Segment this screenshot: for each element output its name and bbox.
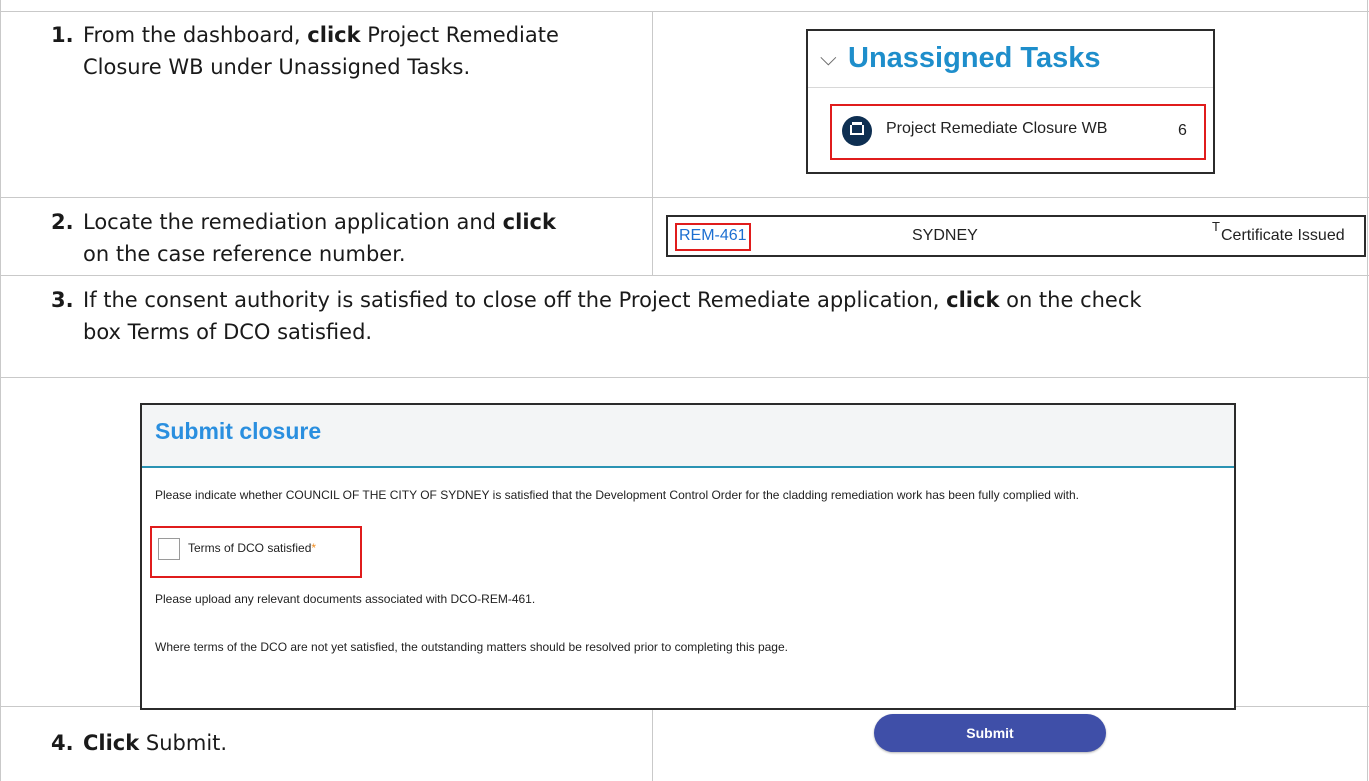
form-header: Submit closure: [142, 405, 1234, 468]
checkbox-label: Terms of DCO satisfied*: [188, 541, 317, 555]
inbox-tray-icon: [842, 116, 872, 146]
step-2: 2. Locate the remediation application and…: [51, 206, 556, 270]
step-number: 1.: [51, 23, 74, 47]
unassigned-tasks-panel: ⌵ Unassigned Tasks Project Remediate Clo…: [806, 29, 1215, 174]
task-queue-link[interactable]: Project Remediate Closure WB: [886, 120, 1107, 138]
step-keyword: Click: [83, 731, 140, 755]
column-divider: [652, 706, 653, 781]
task-count: 6: [1178, 122, 1187, 139]
required-mark: *: [311, 541, 317, 555]
column-divider: [1367, 0, 1368, 781]
step-keyword: click: [307, 23, 361, 47]
row-divider: [0, 11, 1369, 12]
step-number: 2.: [51, 210, 74, 234]
submit-button[interactable]: Submit: [874, 714, 1106, 752]
row-divider: [0, 275, 1369, 276]
case-city: SYDNEY: [912, 227, 978, 244]
row-divider: [0, 377, 1369, 378]
form-intro: Please indicate whether COUNCIL OF THE C…: [155, 488, 1079, 502]
step-keyword: click: [946, 288, 1000, 312]
submit-closure-form: Submit closure Please indicate whether C…: [140, 403, 1236, 710]
step-4: 4. Click Submit.: [51, 727, 227, 759]
case-status: Certificate Issued: [1221, 227, 1345, 244]
column-divider: [652, 11, 653, 275]
step-number: 3.: [51, 288, 74, 312]
step-1: 1. From the dashboard, click Project Reme…: [51, 19, 559, 83]
case-type: T: [1212, 219, 1220, 234]
column-divider: [0, 0, 1, 781]
form-title: Submit closure: [155, 418, 322, 444]
panel-header: ⌵ Unassigned Tasks: [808, 31, 1213, 88]
form-note: Where terms of the DCO are not yet satis…: [155, 640, 788, 654]
terms-satisfied-checkbox[interactable]: [158, 538, 180, 560]
step-3: 3. If the consent authority is satisfied …: [51, 284, 1142, 348]
step-number: 4.: [51, 731, 74, 755]
upload-instruction: Please upload any relevant documents ass…: [155, 592, 536, 606]
chevron-down-icon[interactable]: ⌵: [820, 45, 837, 71]
step-keyword: click: [502, 210, 556, 234]
case-row: REM-461 SYDNEY T Certificate Issued: [666, 215, 1366, 257]
row-divider: [0, 197, 1369, 198]
case-reference-link[interactable]: REM-461: [679, 227, 747, 245]
panel-title: Unassigned Tasks: [848, 42, 1101, 74]
